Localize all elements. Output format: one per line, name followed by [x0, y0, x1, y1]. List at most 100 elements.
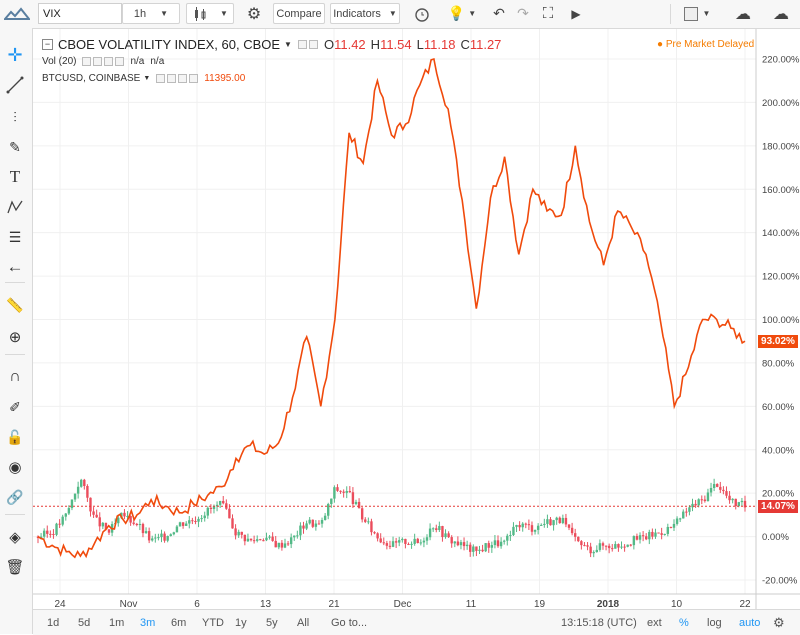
lock-icon[interactable]: 🔓: [4, 426, 26, 448]
logo-icon[interactable]: [2, 4, 32, 24]
candle-body: [376, 533, 379, 539]
indicators-button[interactable]: Indicators ▼: [330, 3, 400, 24]
candle-body: [256, 539, 259, 541]
chart-style-button[interactable]: ▼: [186, 3, 234, 24]
candle-body: [101, 522, 105, 527]
lock-draw-icon[interactable]: ✐: [4, 396, 26, 418]
pitchfork-icon[interactable]: ⫶: [4, 106, 26, 128]
candle-body: [502, 540, 506, 542]
compare-button[interactable]: Compare: [273, 3, 325, 24]
candle-body: [675, 518, 679, 524]
ideas-button[interactable]: 💡 ▼: [442, 3, 482, 24]
close-icon[interactable]: [189, 74, 199, 83]
candle-body: [515, 524, 518, 527]
candle-body: [333, 487, 336, 499]
range-button-1y[interactable]: 1y: [235, 614, 247, 631]
candle-body: [570, 527, 574, 534]
chart-settings-button[interactable]: ⚙: [773, 614, 785, 631]
candle-body: [398, 540, 401, 543]
candle-body: [364, 519, 367, 522]
brush-icon[interactable]: ✎: [4, 136, 26, 158]
range-button-5y[interactable]: 5y: [266, 614, 278, 631]
trash-icon[interactable]: 🗑: [4, 556, 26, 578]
percent-scale-toggle[interactable]: %: [679, 614, 689, 631]
zoom-in-icon[interactable]: ⊕: [4, 326, 26, 348]
symbol-search-input[interactable]: [38, 3, 122, 24]
back-arrow-icon[interactable]: ←: [4, 256, 26, 278]
gear-icon: ⚙: [246, 5, 262, 23]
range-button-all[interactable]: All: [297, 614, 309, 631]
main-series-legend: − CBOE VOLATILITY INDEX, 60, CBOE ▼ O 11.…: [42, 37, 501, 52]
candle-body: [163, 533, 166, 541]
text-icon[interactable]: T: [4, 166, 26, 188]
collapse-icon[interactable]: −: [42, 39, 53, 50]
price-chart[interactable]: 220.00% 200.00% 180.00% 160.00% 140.00% 120.0…: [0, 0, 800, 634]
candle-body: [373, 532, 376, 534]
candle-body: [447, 533, 450, 538]
range-button-1m[interactable]: 1m: [109, 614, 124, 631]
add-icon[interactable]: [178, 74, 188, 83]
auto-scale-toggle[interactable]: auto: [739, 614, 760, 631]
cloud-save-button[interactable]: ☁: [764, 3, 798, 24]
candle-body: [518, 524, 521, 528]
close-icon[interactable]: [115, 57, 125, 66]
candle-body: [299, 525, 302, 536]
range-button-6m[interactable]: 6m: [171, 614, 186, 631]
crosshair-icon[interactable]: ✛: [4, 44, 26, 66]
candle-body: [197, 518, 200, 522]
redo-button[interactable]: ↷: [512, 3, 534, 24]
candle-body: [629, 544, 632, 546]
low-value: 11.18: [423, 37, 456, 52]
range-button-ytd[interactable]: YTD: [202, 614, 224, 631]
candle-body: [252, 540, 256, 542]
compare-symbol-label: BTCUSD, COINBASE: [42, 73, 141, 84]
add-icon[interactable]: [104, 57, 114, 66]
range-button-1d[interactable]: 1d: [47, 614, 59, 631]
volume-label: Vol (20): [42, 56, 77, 67]
candle-body: [413, 538, 416, 544]
candle-body: [648, 531, 651, 540]
candle-body: [716, 484, 719, 487]
range-button-3m[interactable]: 3m: [140, 614, 155, 631]
candle-body: [459, 542, 463, 546]
y-tick-label: 80.00%: [762, 358, 795, 369]
candle-body: [135, 523, 138, 525]
interval-dropdown[interactable]: 1h ▼: [122, 3, 180, 24]
candle-body: [317, 523, 321, 525]
sidebar-divider: [5, 282, 25, 283]
chevron-down-icon[interactable]: ▼: [284, 40, 292, 49]
goto-button[interactable]: Go to...: [331, 614, 367, 631]
layout-button[interactable]: ▼: [678, 3, 716, 24]
eye-toggle-icon[interactable]: [156, 74, 166, 83]
eye-toggle-icon[interactable]: [297, 40, 307, 49]
link-icon[interactable]: 🔗: [4, 486, 26, 508]
pattern-icon[interactable]: [4, 196, 26, 218]
alert-button[interactable]: [408, 3, 436, 24]
trend-line-icon[interactable]: [4, 74, 26, 96]
undo-button[interactable]: ↶: [488, 3, 510, 24]
cloud-load-button[interactable]: ☁: [726, 3, 760, 24]
magnet-icon[interactable]: ∩: [4, 366, 26, 388]
settings-button[interactable]: ⚙: [240, 3, 268, 24]
candle-body: [262, 540, 265, 542]
gann-icon[interactable]: ☰: [4, 226, 26, 248]
extended-hours-toggle[interactable]: ext: [647, 614, 662, 631]
candle-body: [487, 543, 490, 548]
settings-mini-icon[interactable]: [308, 40, 318, 49]
candle-body: [614, 544, 617, 549]
range-button-5d[interactable]: 5d: [78, 614, 90, 631]
log-scale-toggle[interactable]: log: [707, 614, 722, 631]
candle-body: [228, 508, 231, 519]
eye-icon[interactable]: ◉: [4, 456, 26, 478]
candle-body: [64, 513, 67, 517]
y-tick-label: 180.00%: [762, 141, 800, 152]
compare-legend: BTCUSD, COINBASE ▼ 11395.00: [42, 73, 245, 84]
fullscreen-button[interactable]: ⛶: [536, 3, 560, 24]
settings-mini-icon[interactable]: [167, 74, 177, 83]
settings-mini-icon[interactable]: [93, 57, 103, 66]
replay-button[interactable]: ▶: [566, 3, 586, 24]
chevron-down-icon[interactable]: ▼: [143, 75, 150, 82]
eye-toggle-icon[interactable]: [82, 57, 92, 66]
layers-icon[interactable]: ◈: [4, 526, 26, 548]
ruler-icon[interactable]: 📏: [4, 294, 26, 316]
